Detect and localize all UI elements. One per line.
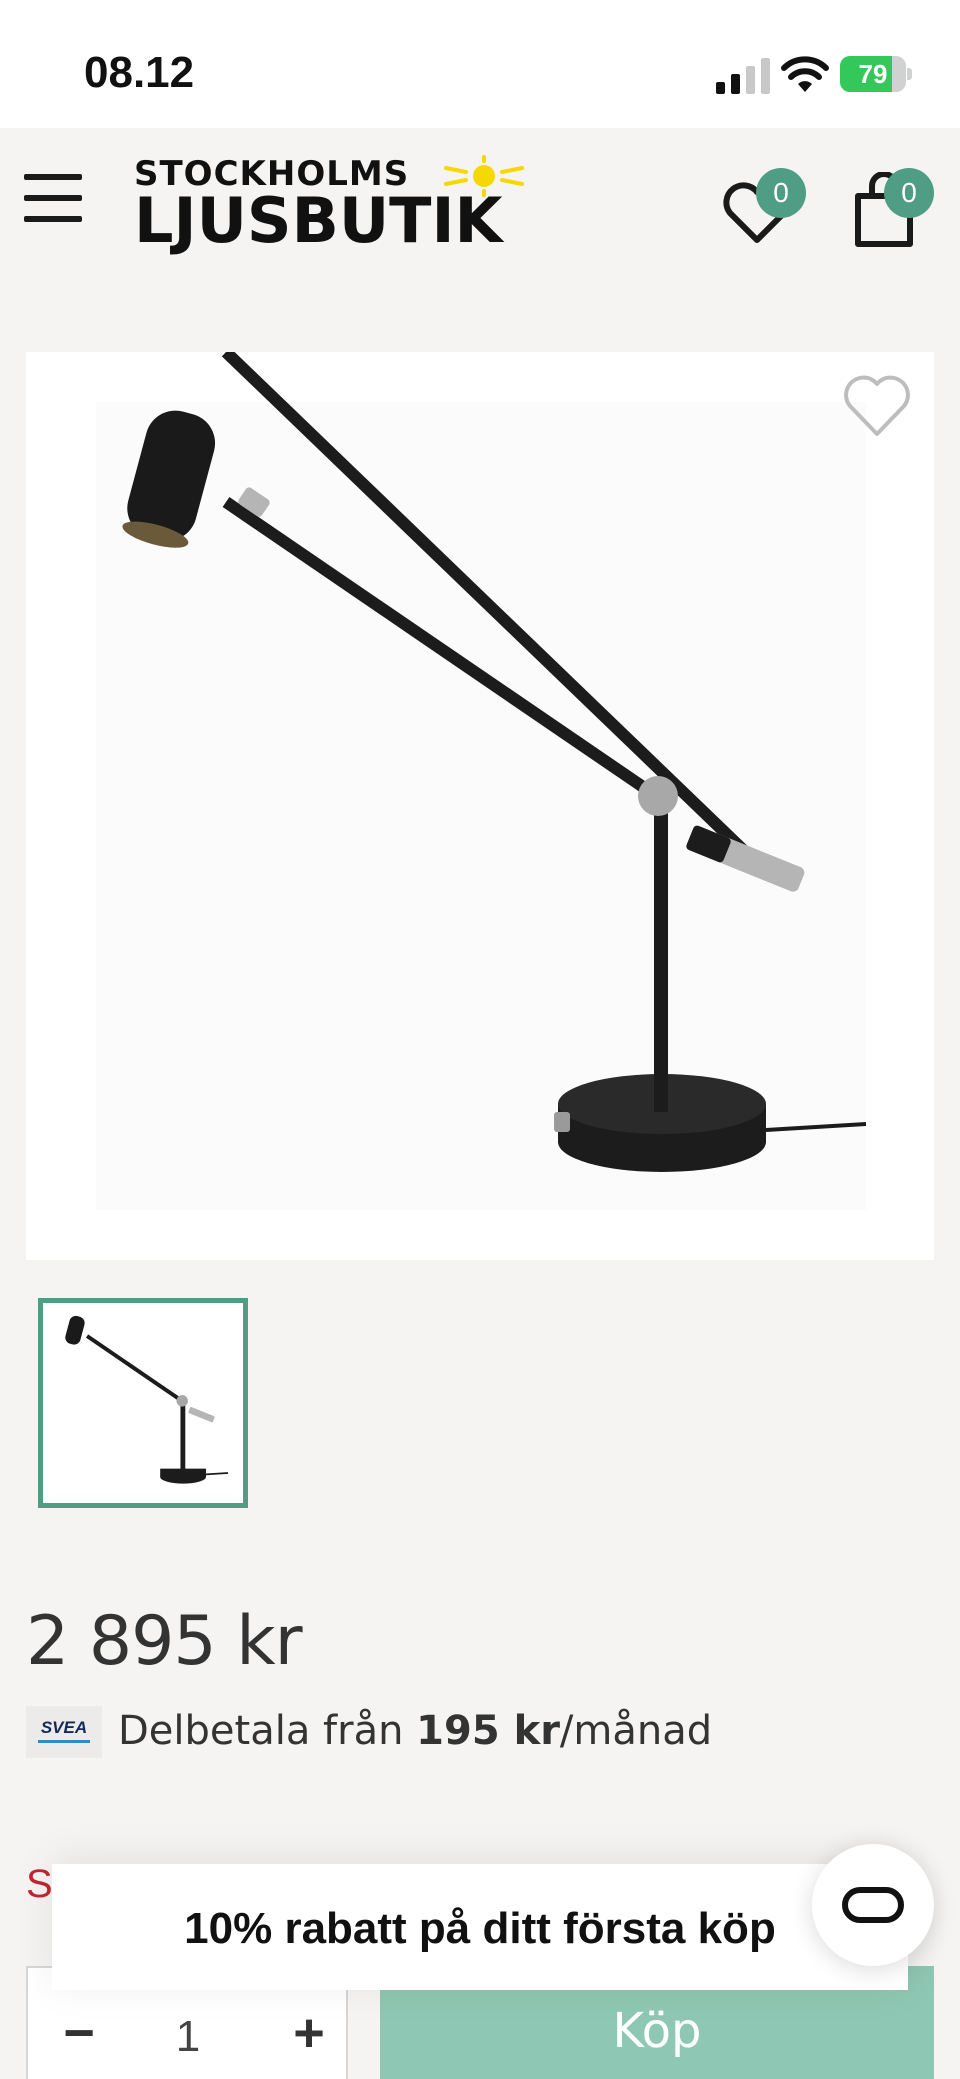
status-time: 08.12	[84, 48, 195, 97]
discount-text: 10% rabatt på ditt första köp	[184, 1904, 776, 1953]
installment-amount: 195 kr	[416, 1708, 560, 1754]
product-image[interactable]	[26, 347, 934, 1260]
quantity-value[interactable]: 1	[148, 2012, 228, 2062]
quantity-decrease-button[interactable]: −	[44, 2006, 114, 2066]
wishlist-count-badge: 0	[756, 168, 806, 218]
chat-icon	[842, 1887, 904, 1923]
product-price: 2 895 kr	[26, 1602, 303, 1681]
store-logo[interactable]: STOCKHOLMS LJUSBUTIK	[134, 154, 554, 257]
product-thumbnail[interactable]	[38, 1298, 248, 1508]
truncated-stock-text: S	[26, 1862, 53, 1906]
logo-bottom-text: LJUSBUTIK	[134, 184, 503, 257]
heart-icon[interactable]	[842, 374, 912, 440]
battery-icon: 79	[840, 56, 912, 92]
discount-popup[interactable]: 10% rabatt på ditt första köp	[52, 1864, 908, 1990]
wifi-icon	[781, 56, 829, 92]
chat-button[interactable]	[812, 1844, 934, 1966]
desk-lamp-thumbnail	[65, 1315, 229, 1484]
svea-logo: SVEA	[26, 1706, 102, 1758]
site-header: STOCKHOLMS LJUSBUTIK 0 0	[0, 128, 960, 278]
desk-lamp-image	[96, 347, 867, 1210]
installment-text: Delbetala från 195 kr/månad	[118, 1708, 713, 1754]
quantity-increase-button[interactable]: +	[274, 2006, 344, 2066]
cart-button[interactable]: 0	[846, 158, 936, 248]
menu-icon[interactable]	[24, 170, 82, 226]
signal-icon	[716, 58, 770, 94]
wishlist-button[interactable]: 0	[718, 158, 808, 248]
status-bar: 08.12 79	[0, 0, 960, 128]
cart-count-badge: 0	[884, 168, 934, 218]
